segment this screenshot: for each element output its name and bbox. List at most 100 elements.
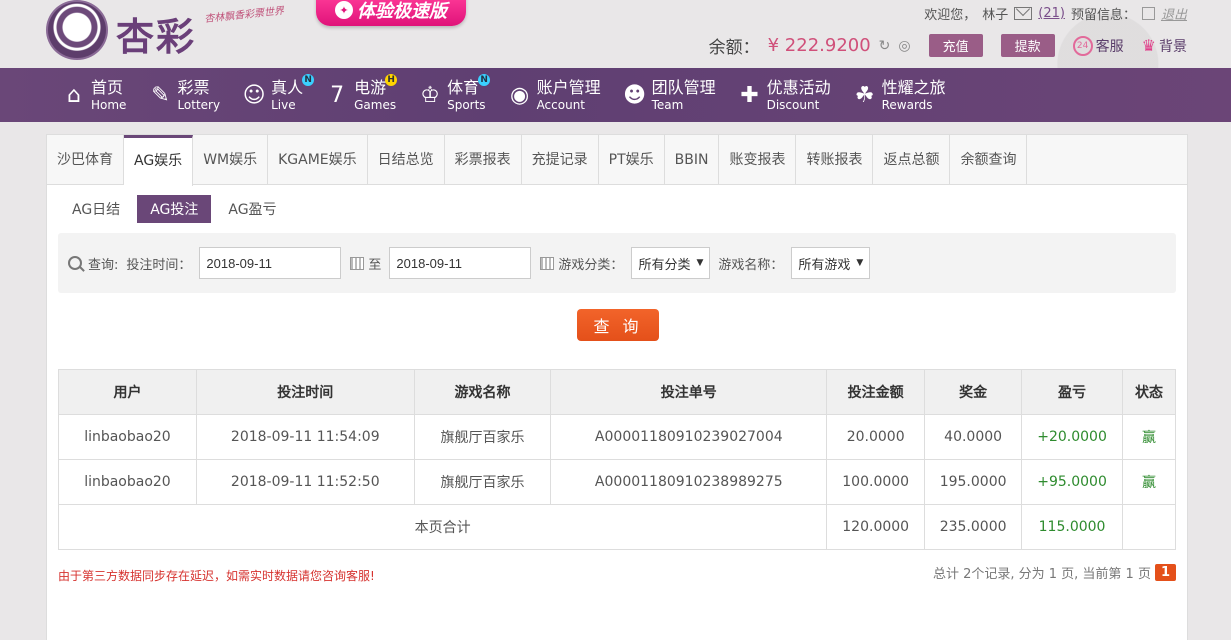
logo-emblem-icon — [46, 0, 108, 60]
nav-label-en: Rewards — [881, 97, 933, 112]
promo-button[interactable]: ✦ 体验极速版 — [316, 0, 466, 26]
messages-count-link[interactable]: (21) — [1038, 6, 1065, 21]
deposit-button[interactable]: 充值 — [928, 34, 983, 57]
delay-notice: 由于第三方数据同步存在延迟，如需实时数据请您咨询客服! — [58, 569, 375, 583]
start-date-input[interactable]: 2018-09-11 — [199, 247, 342, 279]
subtab-item[interactable]: AG盈亏 — [215, 195, 289, 223]
table-cell: 195.0000 — [924, 459, 1023, 505]
logo-slogan: 杏林飘香彩票世界 — [203, 5, 285, 26]
total-bet: 120.0000 — [826, 504, 926, 550]
table-cell: 100.0000 — [826, 459, 926, 505]
account-icon: ◉ — [509, 82, 530, 108]
tab-item[interactable]: WM娱乐 — [193, 135, 269, 184]
caret-down-icon: ▼ — [696, 258, 704, 268]
subtab-item[interactable]: AG日结 — [59, 195, 133, 223]
hide-balance-icon[interactable]: ◎ — [898, 38, 910, 54]
tab-item[interactable]: 余额查询 — [950, 135, 1028, 184]
greeting: 欢迎您， — [924, 8, 977, 23]
background-label: 背景 — [1159, 38, 1187, 55]
table-cell: 2018-09-11 11:54:09 — [195, 414, 415, 460]
pager-summary: 总计 2个记录, 分为 1 页, 当前第 1 页 — [932, 567, 1151, 582]
tab-item[interactable]: 彩票报表 — [445, 135, 522, 184]
column-header: 投注金额 — [826, 369, 926, 415]
lottery-icon: ✎ — [151, 82, 170, 108]
subtab-item[interactable]: AG投注 — [137, 195, 212, 223]
tab-item[interactable]: AG娱乐 — [124, 135, 194, 186]
tab-item[interactable]: 账变报表 — [719, 135, 797, 184]
total-profit: 115.0000 — [1021, 504, 1124, 550]
tab-item[interactable]: BBIN — [665, 135, 720, 184]
tab-item[interactable]: 返点总额 — [873, 135, 951, 184]
nav-item-live[interactable]: ☺ 真人 Live N — [242, 68, 315, 122]
games-icon: 7 — [330, 82, 345, 108]
table-cell: 旗舰厅百家乐 — [413, 414, 552, 460]
bet-table: 用户 投注时间 游戏名称 投注单号 投注金额 奖金 盈亏 状态 linbaobao20 2018… — [57, 369, 1176, 550]
home-icon: ⌂ — [67, 82, 81, 108]
refresh-icon[interactable]: ↻ — [879, 38, 891, 54]
promo-label: 体验极速版 — [357, 1, 447, 22]
column-header: 盈亏 — [1021, 369, 1124, 415]
table-cell: +20.0000 — [1021, 414, 1124, 460]
tab-item[interactable]: 沙巴体育 — [47, 135, 124, 184]
calendar-icon[interactable] — [350, 256, 365, 270]
service-link[interactable]: 24 客服 — [1072, 35, 1124, 56]
tab-item[interactable]: PT娱乐 — [599, 135, 665, 184]
table-cell: 旗舰厅百家乐 — [413, 459, 552, 505]
total-row: 本页合计 120.0000 235.0000 115.0000 — [57, 504, 1176, 550]
tab-item[interactable]: KGAME娱乐 — [268, 135, 368, 184]
discount-icon: ✚ — [740, 82, 759, 108]
query-button[interactable]: 查 询 — [577, 309, 659, 341]
logout-link[interactable]: 退出 — [1161, 4, 1187, 23]
query-label: 查询: — [88, 257, 119, 273]
tab-item[interactable]: 日结总览 — [368, 135, 445, 184]
nav-item-lottery[interactable]: ✎ 彩票 Lottery — [148, 68, 220, 122]
column-header: 用户 — [58, 369, 197, 415]
tab-item[interactable]: 充提记录 — [522, 135, 599, 184]
game-name-label: 游戏名称： — [718, 257, 784, 273]
game-name-select[interactable]: 所有游戏 ▼ — [791, 247, 871, 279]
table-row: linbaobao20 2018-09-11 11:52:50 旗舰厅百家乐 A000… — [58, 459, 1176, 505]
nav-label-en: Games — [354, 97, 397, 112]
username: 林子 — [982, 8, 1009, 23]
table-cell: linbaobao20 — [58, 459, 197, 505]
search-icon — [68, 256, 82, 270]
table-cell: 20.0000 — [826, 414, 926, 460]
reserve-info-label: 预留信息： — [1070, 8, 1136, 23]
calendar-icon[interactable] — [540, 256, 555, 270]
service-label: 客服 — [1095, 38, 1124, 55]
page-number-button[interactable]: 1 — [1154, 564, 1176, 581]
column-header: 游戏名称 — [413, 369, 552, 415]
nav-item-home[interactable]: ⌂ 首页 Home — [62, 68, 126, 122]
mail-icon[interactable] — [1014, 7, 1033, 20]
nav-badge: N — [302, 74, 315, 86]
rewards-icon: ☘ — [854, 82, 875, 108]
column-header: 投注时间 — [195, 369, 415, 415]
edit-icon[interactable] — [1141, 7, 1155, 20]
background-link[interactable]: ♛ 背景 — [1142, 36, 1187, 56]
nav-label-en: Team — [651, 97, 684, 112]
nav-item-sports[interactable]: ♔ 体育 Sports N — [418, 68, 491, 122]
tab-item[interactable]: 转账报表 — [796, 135, 874, 184]
nav-badge: N — [478, 74, 491, 86]
table-cell: A00001180910239027004 — [550, 414, 828, 460]
table-cell: 赢 — [1122, 414, 1176, 460]
logo[interactable]: 杏彩 杏林飘香彩票世界 — [46, 0, 286, 64]
nav-item-team[interactable]: ☻ 团队管理 Team — [623, 68, 716, 122]
pager: 总计 2个记录, 分为 1 页, 当前第 1 页 1 — [933, 563, 1176, 582]
nav-label-cn: 性耀之旅 — [881, 77, 946, 97]
nav-item-games[interactable]: 7 电游 Games H — [325, 68, 398, 122]
nav-label-en: Account — [536, 97, 586, 112]
lightning-icon: ✦ — [335, 1, 353, 19]
nav-badge: H — [385, 74, 398, 86]
caret-down-icon: ▼ — [856, 258, 864, 268]
balance-label: 余额： — [708, 38, 760, 58]
nav-item-account[interactable]: ◉ 账户管理 Account — [508, 68, 601, 122]
game-category-select[interactable]: 所有分类 ▼ — [631, 247, 711, 279]
nav-item-discount[interactable]: ✚ 优惠活动 Discount — [738, 68, 830, 122]
nav-item-rewards[interactable]: ☘ 性耀之旅 Rewards — [853, 68, 946, 122]
report-tabs: 沙巴体育 AG娱乐 WM娱乐 KGAME娱乐 日结总览 彩票报表 充提记录 PT娱乐 BBIN 账… — [47, 135, 1187, 186]
nav-label-cn: 团队管理 — [651, 77, 716, 97]
end-date-input[interactable]: 2018-09-11 — [389, 247, 532, 279]
withdraw-button[interactable]: 提款 — [1000, 34, 1055, 57]
live-icon: ☺ — [242, 82, 266, 108]
